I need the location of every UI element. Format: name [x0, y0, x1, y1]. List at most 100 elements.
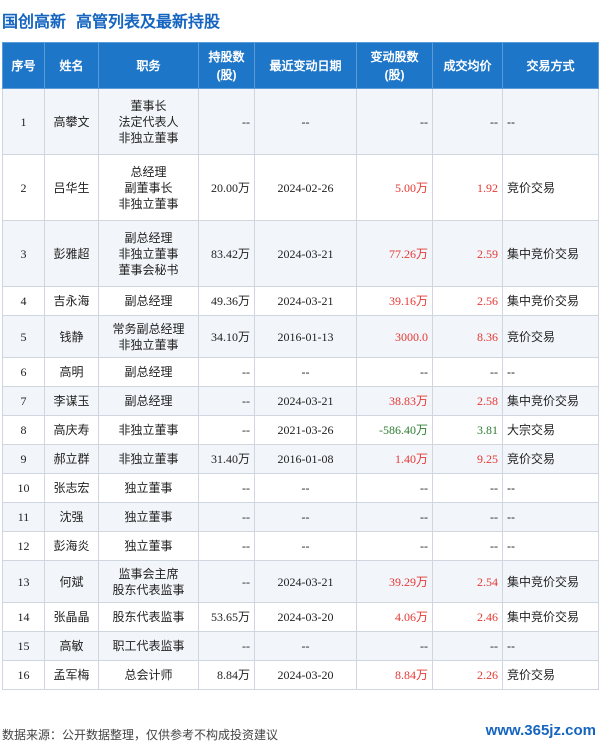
shares-held: -- — [198, 631, 255, 661]
average-price: 8.36 — [432, 315, 503, 358]
average-price: -- — [432, 631, 503, 661]
table-body: 1 高攀文 董事长 法定代表人 非独立董事 -- -- -- -- -- 2 吕华生 总经理 副董事长 非独… — [2, 88, 599, 690]
position-title: 非独立董事 — [118, 130, 179, 145]
executive-positions: 独立董事 — [98, 502, 199, 532]
shares-held: 34.10万 — [198, 315, 255, 358]
shares-held: -- — [198, 531, 255, 561]
last-change-date: 2021-03-26 — [254, 415, 357, 445]
average-price: 3.81 — [432, 415, 503, 445]
shares-changed: -- — [356, 473, 433, 503]
last-change-date: 2024-03-21 — [254, 286, 357, 316]
position-title: 董事长 — [130, 98, 167, 113]
shares-held: 8.84万 — [198, 660, 255, 690]
last-change-date: 2024-03-21 — [254, 386, 357, 416]
row-index: 6 — [2, 357, 45, 387]
position-title: 独立董事 — [124, 481, 173, 495]
position-title: 法定代表人 — [118, 114, 179, 129]
executive-positions: 董事长 法定代表人 非独立董事 — [98, 88, 199, 155]
position-title: 监事会主席 — [118, 566, 179, 581]
table-row: 1 高攀文 董事长 法定代表人 非独立董事 -- -- -- -- -- — [2, 88, 599, 155]
position-title: 常务副总经理 — [112, 321, 185, 336]
table-row: 3 彭雅超 副总经理 非独立董事 董事会秘书 83.42万 2024-03-21 77.26万… — [2, 220, 599, 287]
trade-method: 竞价交易 — [502, 315, 599, 358]
column-header: 序号 — [2, 42, 45, 89]
shares-held: 83.42万 — [198, 220, 255, 287]
shares-changed: 3000.0 — [356, 315, 433, 358]
trade-method: 竞价交易 — [502, 154, 599, 221]
trade-method: -- — [502, 531, 599, 561]
last-change-date: 2024-03-21 — [254, 220, 357, 287]
executive-table: 序号 姓名 职务 持股数 (股) 最近变动日期 变动股数 (股) 成交均价 交易方式 1 高攀文… — [2, 42, 599, 690]
table-row: 6 高明 副总经理 -- -- -- -- -- — [2, 357, 599, 387]
trade-method: 竞价交易 — [502, 444, 599, 474]
shares-changed: 5.00万 — [356, 154, 433, 221]
shares-changed: 77.26万 — [356, 220, 433, 287]
executive-name: 高攀文 — [44, 88, 99, 155]
table-header-row: 序号 姓名 职务 持股数 (股) 最近变动日期 变动股数 (股) 成交均价 交易方式 — [2, 42, 599, 89]
executive-name: 高敏 — [44, 631, 99, 661]
average-price: -- — [432, 357, 503, 387]
column-header: 职务 — [98, 42, 199, 89]
shares-changed: 39.29万 — [356, 560, 433, 603]
last-change-date: -- — [254, 631, 357, 661]
page-title: 高管列表及最新持股 — [76, 14, 221, 31]
row-index: 7 — [2, 386, 45, 416]
row-index: 11 — [2, 502, 45, 532]
executive-positions: 总会计师 — [98, 660, 199, 690]
average-price: 2.58 — [432, 386, 503, 416]
row-index: 9 — [2, 444, 45, 474]
shares-held: -- — [198, 502, 255, 532]
position-title: 非独立董事 — [118, 423, 179, 437]
row-index: 13 — [2, 560, 45, 603]
average-price: 2.46 — [432, 602, 503, 632]
position-title: 总经理 — [130, 164, 167, 179]
average-price: 9.25 — [432, 444, 503, 474]
row-index: 15 — [2, 631, 45, 661]
column-header: 最近变动日期 — [254, 42, 357, 89]
last-change-date: 2024-03-21 — [254, 560, 357, 603]
average-price: -- — [432, 88, 503, 155]
shares-held: -- — [198, 88, 255, 155]
last-change-date: -- — [254, 531, 357, 561]
row-index: 10 — [2, 473, 45, 503]
trade-method: 大宗交易 — [502, 415, 599, 445]
executive-name: 张晶晶 — [44, 602, 99, 632]
trade-method: 竞价交易 — [502, 660, 599, 690]
shares-changed: 8.84万 — [356, 660, 433, 690]
position-title: 非独立董事 — [118, 246, 179, 261]
executive-name: 钱静 — [44, 315, 99, 358]
average-price: 1.92 — [432, 154, 503, 221]
position-title: 独立董事 — [124, 510, 173, 524]
last-change-date: -- — [254, 357, 357, 387]
average-price: 2.59 — [432, 220, 503, 287]
last-change-date: -- — [254, 502, 357, 532]
table-row: 5 钱静 常务副总经理 非独立董事 34.10万 2016-01-13 3000.0 8.36… — [2, 315, 599, 358]
average-price: 2.26 — [432, 660, 503, 690]
shares-changed: 39.16万 — [356, 286, 433, 316]
shares-changed: 38.83万 — [356, 386, 433, 416]
site-watermark: www.365jz.com — [485, 722, 596, 739]
trade-method: -- — [502, 502, 599, 532]
shares-changed: -- — [356, 88, 433, 155]
executive-positions: 独立董事 — [98, 473, 199, 503]
last-change-date: 2024-02-26 — [254, 154, 357, 221]
shares-changed: -586.40万 — [356, 415, 433, 445]
average-price: 2.54 — [432, 560, 503, 603]
table-row: 7 李谋玉 副总经理 -- 2024-03-21 38.83万 2.58 集中竞价交易 — [2, 386, 599, 416]
executive-positions: 总经理 副董事长 非独立董事 — [98, 154, 199, 221]
executive-positions: 监事会主席 股东代表监事 — [98, 560, 199, 603]
table-row: 15 高敏 职工代表监事 -- -- -- -- -- — [2, 631, 599, 661]
row-index: 8 — [2, 415, 45, 445]
executive-positions: 副总经理 非独立董事 董事会秘书 — [98, 220, 199, 287]
column-header: 交易方式 — [502, 42, 599, 89]
trade-method: 集中竞价交易 — [502, 602, 599, 632]
row-index: 14 — [2, 602, 45, 632]
position-title: 副总经理 — [124, 230, 173, 245]
executive-name: 高明 — [44, 357, 99, 387]
position-title: 副董事长 — [124, 180, 173, 195]
company-name[interactable]: 国创高新 — [2, 8, 66, 32]
column-header: 成交均价 — [432, 42, 503, 89]
table-row: 12 彭海炎 独立董事 -- -- -- -- -- — [2, 531, 599, 561]
executive-name: 孟军梅 — [44, 660, 99, 690]
column-header: 变动股数 (股) — [356, 42, 433, 89]
